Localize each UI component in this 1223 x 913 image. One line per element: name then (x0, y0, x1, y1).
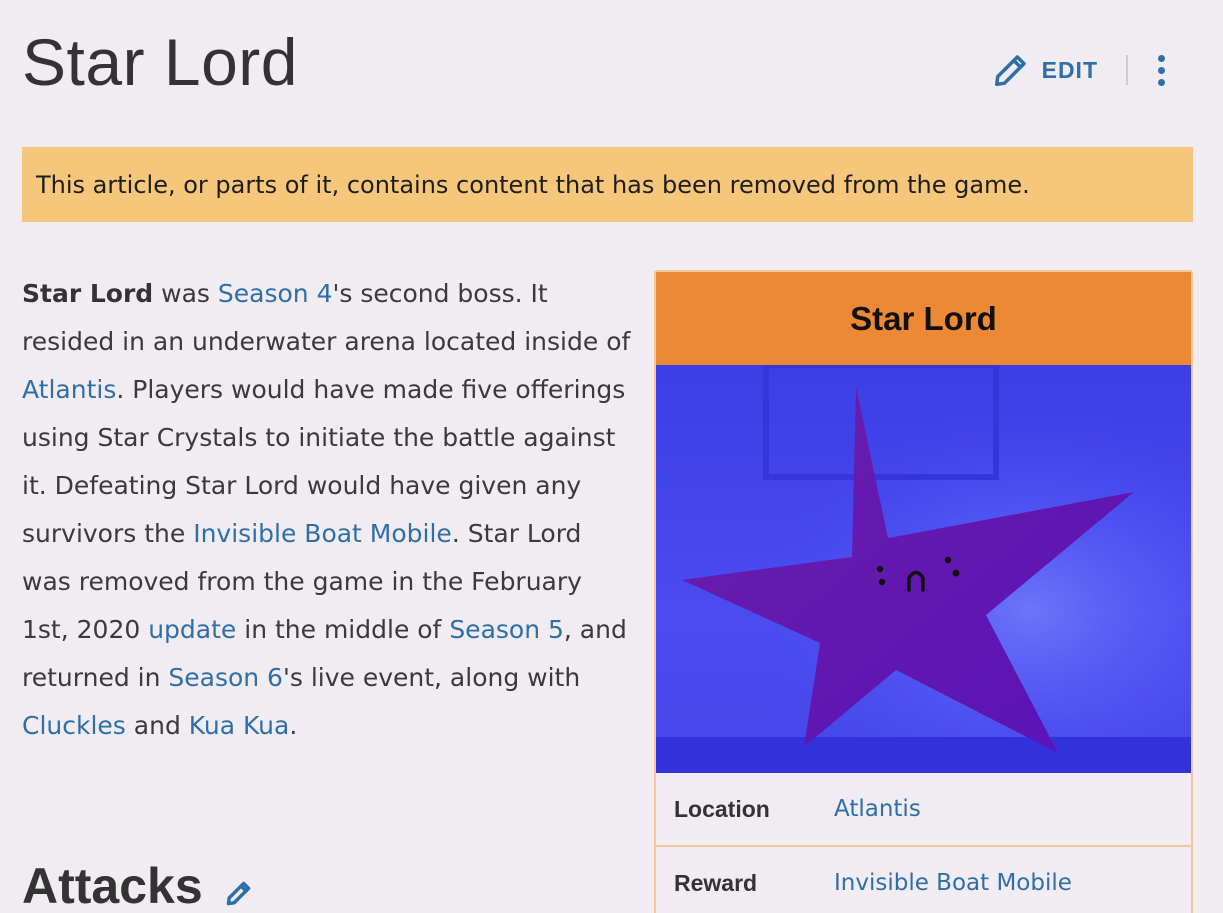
page-title: Star Lord (22, 25, 298, 99)
infobox-row-location: Location Atlantis (656, 773, 1191, 847)
text-run: and (125, 711, 189, 740)
link-season-4[interactable]: Season 4 (218, 279, 333, 308)
infobox-link-reward[interactable]: Invisible Boat Mobile (834, 870, 1072, 896)
infobox-label: Reward (674, 869, 758, 896)
removed-content-notice: This article, or parts of it, contains c… (22, 147, 1193, 222)
section-heading-label: Attacks (22, 858, 203, 913)
infobox-title: Star Lord (656, 272, 1191, 365)
edit-label: EDIT (1041, 56, 1098, 83)
link-kua-kua[interactable]: Kua Kua (189, 711, 290, 740)
edit-button[interactable]: EDIT (992, 51, 1098, 89)
infobox-row-reward: Reward Invisible Boat Mobile (656, 847, 1191, 913)
article-body: Star Lord was Season 4's second boss. It… (22, 270, 632, 750)
text-run: 's live event, along with (282, 663, 581, 692)
infobox: Star Lord Location Atlantis Reward Invis… (654, 270, 1193, 913)
link-update[interactable]: update (148, 615, 236, 644)
wiki-page: Star Lord EDIT This article, or parts of… (0, 0, 1223, 913)
text-run: in the middle of (236, 615, 450, 644)
link-season-6[interactable]: Season 6 (168, 663, 283, 692)
infobox-label: Location (674, 795, 770, 822)
link-cluckles[interactable]: Cluckles (22, 711, 126, 740)
toolbar-divider (1126, 55, 1128, 85)
kebab-menu-icon[interactable] (1154, 54, 1168, 86)
pencil-icon[interactable] (225, 879, 253, 907)
link-atlantis[interactable]: Atlantis (22, 375, 116, 404)
link-season-5[interactable]: Season 5 (449, 615, 564, 644)
page-toolbar: EDIT (992, 48, 1168, 92)
infobox-link-location[interactable]: Atlantis (834, 796, 921, 822)
section-heading-attacks: Attacks (22, 856, 253, 913)
pencil-icon (994, 55, 1026, 86)
text-run: . (289, 711, 298, 740)
bold-title: Star Lord (22, 279, 154, 308)
star-lord-image[interactable] (656, 365, 1191, 773)
link-invisible-boat-mobile[interactable]: Invisible Boat Mobile (193, 519, 452, 548)
intro-paragraph: Star Lord was Season 4's second boss. It… (22, 270, 632, 750)
text-run: was (153, 279, 218, 308)
notice-text: This article, or parts of it, contains c… (36, 170, 1030, 199)
